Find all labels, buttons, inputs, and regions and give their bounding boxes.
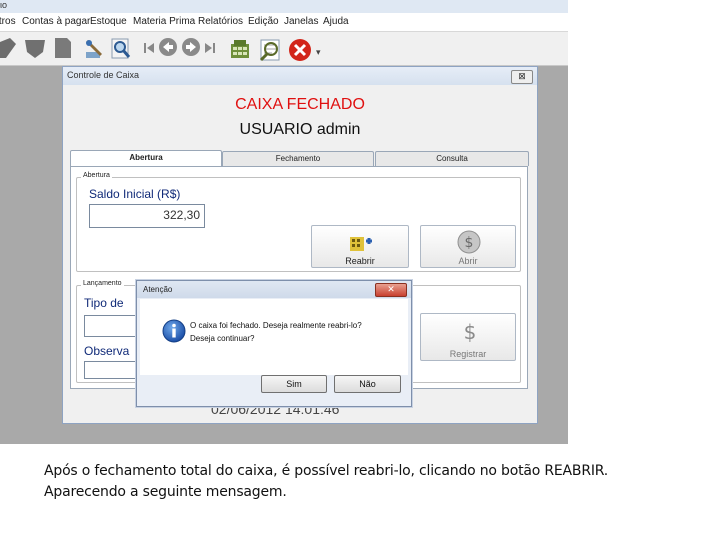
window-title-bar: Controle de Caixa ⊠ — [63, 67, 537, 85]
window-title: Controle de Caixa — [67, 70, 140, 80]
menu-item-ajuda[interactable]: Ajuda — [323, 16, 349, 27]
dialog-close-button[interactable]: ✕ — [375, 283, 407, 297]
observacao-input[interactable] — [84, 361, 144, 379]
reabrir-calculator-icon — [350, 237, 372, 251]
cash-status-text: CAIXA FECHADO — [235, 96, 365, 113]
abrir-button[interactable]: $ Abrir — [420, 225, 516, 268]
first-record-icon[interactable] — [143, 41, 155, 55]
app-title-fragment: ιο — [0, 0, 8, 10]
previous-record-icon[interactable] — [158, 37, 178, 57]
registrar-button[interactable]: $ Registrar — [420, 313, 516, 361]
tab-fechamento[interactable]: Fechamento — [222, 151, 374, 166]
menu-item-estoque[interactable]: Estoque — [90, 16, 127, 27]
menu-item-materia-prima[interactable]: Materia Prima — [133, 16, 195, 27]
observacao-label: Observa — [84, 344, 130, 358]
abrir-money-icon: $ — [457, 230, 481, 254]
dialog-title-bar: Atenção ✕ — [137, 281, 411, 298]
last-record-icon[interactable] — [204, 41, 216, 55]
dialog-message-line1: O caixa foi fechado. Deseja realmente re… — [190, 321, 362, 330]
app-title-bar: ιο — [0, 0, 568, 13]
window-close-button[interactable]: ⊠ — [511, 70, 533, 84]
dialog-message: O caixa foi fechado. Deseja realmente re… — [190, 319, 400, 345]
saldo-inicial-input[interactable]: 322,30 — [89, 204, 205, 228]
dialog-yes-button[interactable]: Sim — [261, 375, 327, 393]
registrar-button-label: Registrar — [449, 349, 487, 359]
registrar-money-icon: $ — [464, 320, 477, 344]
magnify-icon[interactable] — [110, 38, 132, 60]
caption: Após o fechamento total do caixa, é poss… — [44, 461, 704, 503]
reabrir-button-label: Reabrir — [345, 256, 375, 266]
toolbar-dropdown-icon[interactable]: ▾ — [316, 47, 321, 58]
menu-item-contas-a-pagar[interactable]: Contas à pagar — [22, 16, 90, 27]
caption-line1: Após o fechamento total do caixa, é poss… — [44, 463, 609, 479]
close-icon[interactable] — [288, 38, 312, 62]
lancamento-group-label: Lançamento — [81, 280, 124, 287]
tipo-label: Tipo de — [84, 296, 124, 310]
pen-tool-icon[interactable] — [84, 38, 106, 60]
toolbar: ▾ — [0, 32, 568, 66]
caption-line2: Aparecendo a seguinte mensagem. — [44, 484, 287, 500]
dialog-message-line2: Deseja continuar? — [190, 334, 255, 343]
svg-text:$: $ — [464, 320, 477, 344]
confirm-dialog: Atenção ✕ O caixa foi fechado. Deseja re… — [136, 280, 412, 407]
svg-text:$: $ — [465, 235, 474, 251]
menu-item-janelas[interactable]: Janelas — [284, 16, 318, 27]
search-document-icon[interactable] — [258, 38, 284, 62]
document-icon[interactable] — [53, 38, 73, 58]
dialog-no-button[interactable]: Não — [334, 375, 401, 393]
current-user-text: USUARIO admin — [239, 121, 361, 138]
dialog-body: O caixa foi fechado. Deseja realmente re… — [140, 299, 408, 375]
tipo-input[interactable] — [84, 315, 144, 337]
menu-item-edicao[interactable]: Edição — [248, 16, 279, 27]
tab-abertura[interactable]: Abertura — [70, 150, 222, 167]
abrir-button-label: Abrir — [458, 256, 478, 266]
menu-item-relatorios[interactable]: Relatórios — [198, 16, 243, 27]
menu-bar: Cadastros Contas à pagar Estoque Materia… — [0, 13, 568, 32]
next-record-icon[interactable] — [181, 37, 201, 57]
menu-item-cadastros[interactable]: Cadastros — [0, 16, 16, 27]
reabrir-button[interactable]: Reabrir — [311, 225, 409, 268]
tab-strip: Abertura Fechamento Consulta — [70, 150, 529, 167]
tab-consulta[interactable]: Consulta — [375, 151, 529, 166]
calculator-icon[interactable] — [228, 38, 252, 62]
shield-icon[interactable] — [24, 38, 46, 58]
saldo-inicial-label: Saldo Inicial (R$) — [89, 187, 181, 201]
info-icon — [162, 319, 186, 343]
abertura-group: Abertura Saldo Inicial (R$) 322,30 Reabr… — [76, 172, 521, 272]
abertura-group-label: Abertura — [81, 172, 112, 179]
dialog-title: Atenção — [143, 285, 173, 294]
clipboard-icon[interactable] — [0, 38, 18, 58]
